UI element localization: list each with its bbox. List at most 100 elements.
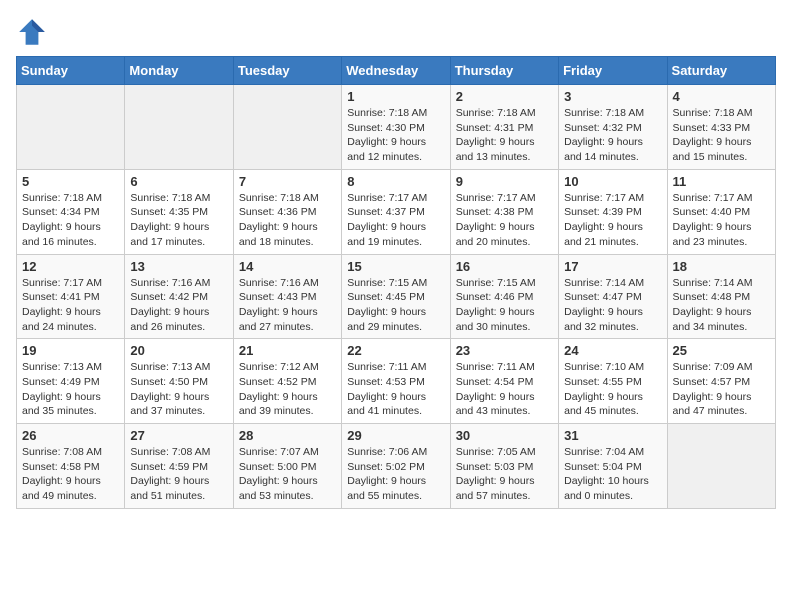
day-number: 5: [22, 174, 119, 189]
calendar-cell: 14 Sunrise: 7:16 AM Sunset: 4:43 PM Dayli…: [233, 254, 341, 339]
calendar-cell: 28 Sunrise: 7:07 AM Sunset: 5:00 PM Dayli…: [233, 424, 341, 509]
calendar-cell: 10Sunrise: 7:17 AM Sunset: 4:39 PM Dayli…: [559, 169, 667, 254]
day-number: 19: [22, 343, 119, 358]
calendar-cell: 1 Sunrise: 7:18 AM Sunset: 4:30 PM Daylig…: [342, 85, 450, 170]
day-info: Sunrise: 7:18 AM Sunset: 4:36 PM Dayligh…: [239, 191, 336, 250]
calendar-cell: 5 Sunrise: 7:18 AM Sunset: 4:34 PM Daylig…: [17, 169, 125, 254]
day-number: 8: [347, 174, 444, 189]
day-info: Sunrise: 7:17 AM Sunset: 4:38 PM Dayligh…: [456, 191, 553, 250]
weekday-header-wednesday: Wednesday: [342, 57, 450, 85]
day-info: Sunrise: 7:14 AM Sunset: 4:48 PM Dayligh…: [673, 276, 770, 335]
day-info: Sunrise: 7:06 AM Sunset: 5:02 PM Dayligh…: [347, 445, 444, 504]
calendar-cell: 7Sunrise: 7:18 AM Sunset: 4:36 PM Daylig…: [233, 169, 341, 254]
calendar-cell: 31 Sunrise: 7:04 AM Sunset: 5:04 PM Dayli…: [559, 424, 667, 509]
day-number: 24: [564, 343, 661, 358]
calendar-cell: 20Sunrise: 7:13 AM Sunset: 4:50 PM Dayli…: [125, 339, 233, 424]
day-info: Sunrise: 7:18 AM Sunset: 4:35 PM Dayligh…: [130, 191, 227, 250]
logo-icon: [16, 16, 48, 48]
day-number: 18: [673, 259, 770, 274]
day-info: Sunrise: 7:16 AM Sunset: 4:43 PM Dayligh…: [239, 276, 336, 335]
calendar-week-1: 1 Sunrise: 7:18 AM Sunset: 4:30 PM Daylig…: [17, 85, 776, 170]
day-number: 21: [239, 343, 336, 358]
day-info: Sunrise: 7:17 AM Sunset: 4:40 PM Dayligh…: [673, 191, 770, 250]
weekday-header-sunday: Sunday: [17, 57, 125, 85]
day-number: 30: [456, 428, 553, 443]
day-info: Sunrise: 7:18 AM Sunset: 4:31 PM Dayligh…: [456, 106, 553, 165]
day-number: 11: [673, 174, 770, 189]
day-number: 28: [239, 428, 336, 443]
day-number: 13: [130, 259, 227, 274]
day-info: Sunrise: 7:04 AM Sunset: 5:04 PM Dayligh…: [564, 445, 661, 504]
calendar-cell: [233, 85, 341, 170]
day-info: Sunrise: 7:08 AM Sunset: 4:58 PM Dayligh…: [22, 445, 119, 504]
day-info: Sunrise: 7:10 AM Sunset: 4:55 PM Dayligh…: [564, 360, 661, 419]
calendar-cell: 18 Sunrise: 7:14 AM Sunset: 4:48 PM Dayli…: [667, 254, 775, 339]
day-info: Sunrise: 7:18 AM Sunset: 4:33 PM Dayligh…: [673, 106, 770, 165]
day-number: 31: [564, 428, 661, 443]
day-info: Sunrise: 7:18 AM Sunset: 4:34 PM Dayligh…: [22, 191, 119, 250]
day-number: 25: [673, 343, 770, 358]
day-info: Sunrise: 7:09 AM Sunset: 4:57 PM Dayligh…: [673, 360, 770, 419]
calendar-cell: 21 Sunrise: 7:12 AM Sunset: 4:52 PM Dayli…: [233, 339, 341, 424]
day-info: Sunrise: 7:05 AM Sunset: 5:03 PM Dayligh…: [456, 445, 553, 504]
day-number: 16: [456, 259, 553, 274]
day-info: Sunrise: 7:14 AM Sunset: 4:47 PM Dayligh…: [564, 276, 661, 335]
day-number: 20: [130, 343, 227, 358]
day-info: Sunrise: 7:18 AM Sunset: 4:32 PM Dayligh…: [564, 106, 661, 165]
calendar-cell: 11 Sunrise: 7:17 AM Sunset: 4:40 PM Dayli…: [667, 169, 775, 254]
calendar-cell: 8 Sunrise: 7:17 AM Sunset: 4:37 PM Daylig…: [342, 169, 450, 254]
weekday-header-tuesday: Tuesday: [233, 57, 341, 85]
day-number: 23: [456, 343, 553, 358]
day-number: 9: [456, 174, 553, 189]
calendar-table: SundayMondayTuesdayWednesdayThursdayFrid…: [16, 56, 776, 509]
calendar-cell: 4 Sunrise: 7:18 AM Sunset: 4:33 PM Daylig…: [667, 85, 775, 170]
calendar-cell: 30 Sunrise: 7:05 AM Sunset: 5:03 PM Dayli…: [450, 424, 558, 509]
day-info: Sunrise: 7:07 AM Sunset: 5:00 PM Dayligh…: [239, 445, 336, 504]
calendar-cell: [17, 85, 125, 170]
calendar-cell: 6 Sunrise: 7:18 AM Sunset: 4:35 PM Daylig…: [125, 169, 233, 254]
calendar-cell: 27 Sunrise: 7:08 AM Sunset: 4:59 PM Dayli…: [125, 424, 233, 509]
calendar-cell: 25 Sunrise: 7:09 AM Sunset: 4:57 PM Dayli…: [667, 339, 775, 424]
calendar-cell: 17 Sunrise: 7:14 AM Sunset: 4:47 PM Dayli…: [559, 254, 667, 339]
calendar-header: [16, 16, 776, 48]
day-number: 26: [22, 428, 119, 443]
calendar-cell: 9 Sunrise: 7:17 AM Sunset: 4:38 PM Daylig…: [450, 169, 558, 254]
day-number: 1: [347, 89, 444, 104]
day-info: Sunrise: 7:17 AM Sunset: 4:37 PM Dayligh…: [347, 191, 444, 250]
calendar-week-5: 26 Sunrise: 7:08 AM Sunset: 4:58 PM Dayli…: [17, 424, 776, 509]
calendar-cell: 2Sunrise: 7:18 AM Sunset: 4:31 PM Daylig…: [450, 85, 558, 170]
calendar-week-4: 19 Sunrise: 7:13 AM Sunset: 4:49 PM Dayli…: [17, 339, 776, 424]
calendar-cell: 23Sunrise: 7:11 AM Sunset: 4:54 PM Dayli…: [450, 339, 558, 424]
day-number: 22: [347, 343, 444, 358]
day-number: 4: [673, 89, 770, 104]
day-info: Sunrise: 7:12 AM Sunset: 4:52 PM Dayligh…: [239, 360, 336, 419]
day-number: 29: [347, 428, 444, 443]
day-info: Sunrise: 7:11 AM Sunset: 4:53 PM Dayligh…: [347, 360, 444, 419]
logo: [16, 16, 52, 48]
day-number: 3: [564, 89, 661, 104]
weekday-header-thursday: Thursday: [450, 57, 558, 85]
calendar-cell: 22 Sunrise: 7:11 AM Sunset: 4:53 PM Dayli…: [342, 339, 450, 424]
day-number: 6: [130, 174, 227, 189]
calendar-cell: 12 Sunrise: 7:17 AM Sunset: 4:41 PM Dayli…: [17, 254, 125, 339]
day-info: Sunrise: 7:18 AM Sunset: 4:30 PM Dayligh…: [347, 106, 444, 165]
day-info: Sunrise: 7:15 AM Sunset: 4:46 PM Dayligh…: [456, 276, 553, 335]
day-number: 17: [564, 259, 661, 274]
calendar-cell: 24 Sunrise: 7:10 AM Sunset: 4:55 PM Dayli…: [559, 339, 667, 424]
day-info: Sunrise: 7:13 AM Sunset: 4:49 PM Dayligh…: [22, 360, 119, 419]
day-number: 27: [130, 428, 227, 443]
calendar-cell: 29 Sunrise: 7:06 AM Sunset: 5:02 PM Dayli…: [342, 424, 450, 509]
day-info: Sunrise: 7:08 AM Sunset: 4:59 PM Dayligh…: [130, 445, 227, 504]
day-info: Sunrise: 7:15 AM Sunset: 4:45 PM Dayligh…: [347, 276, 444, 335]
calendar-cell: 26 Sunrise: 7:08 AM Sunset: 4:58 PM Dayli…: [17, 424, 125, 509]
calendar-cell: 13 Sunrise: 7:16 AM Sunset: 4:42 PM Dayli…: [125, 254, 233, 339]
calendar-week-3: 12 Sunrise: 7:17 AM Sunset: 4:41 PM Dayli…: [17, 254, 776, 339]
calendar-header-row: SundayMondayTuesdayWednesdayThursdayFrid…: [17, 57, 776, 85]
day-number: 14: [239, 259, 336, 274]
day-info: Sunrise: 7:16 AM Sunset: 4:42 PM Dayligh…: [130, 276, 227, 335]
calendar-cell: 19 Sunrise: 7:13 AM Sunset: 4:49 PM Dayli…: [17, 339, 125, 424]
day-number: 12: [22, 259, 119, 274]
weekday-header-friday: Friday: [559, 57, 667, 85]
day-number: 10: [564, 174, 661, 189]
day-info: Sunrise: 7:17 AM Sunset: 4:41 PM Dayligh…: [22, 276, 119, 335]
